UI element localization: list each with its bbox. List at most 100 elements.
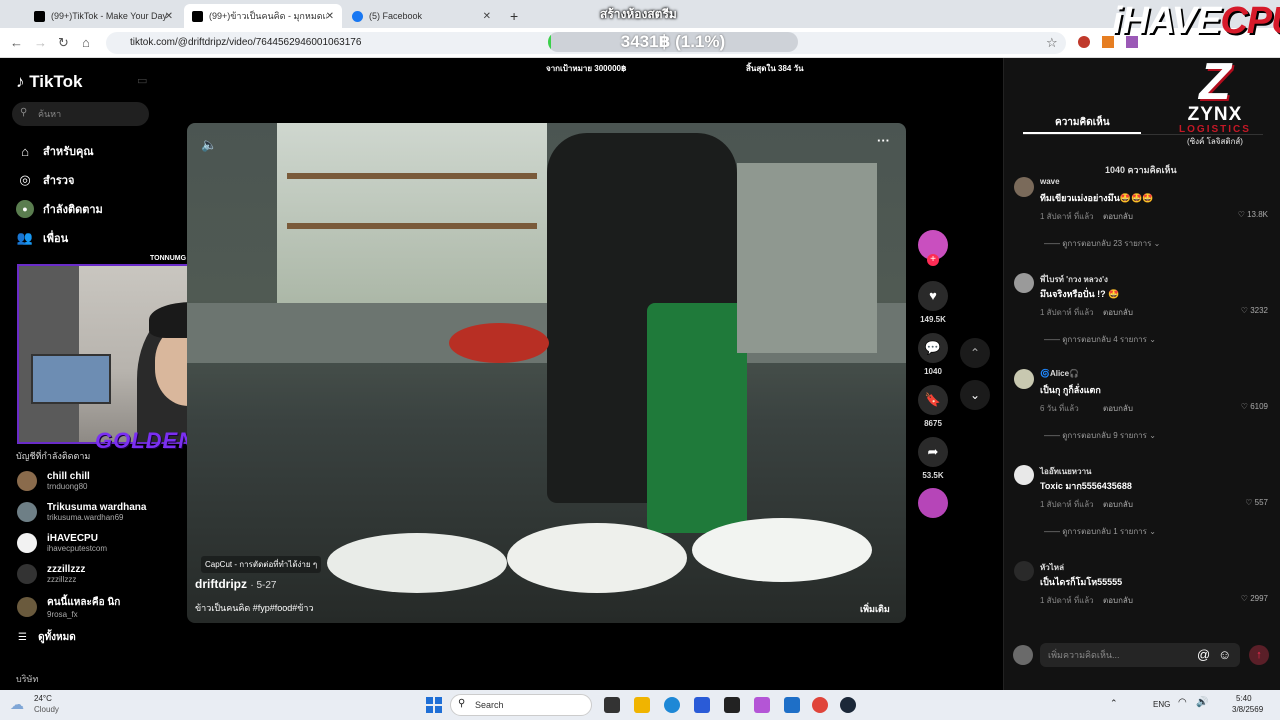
close-icon[interactable]: ✕: [165, 11, 173, 22]
comment-like-button[interactable]: ♡ 3232: [1241, 306, 1268, 315]
collapse-sidebar-icon[interactable]: ▭: [137, 74, 147, 87]
nav-following[interactable]: ● กำลังติดตาม: [16, 200, 103, 218]
avatar[interactable]: [1014, 177, 1034, 197]
share-button[interactable]: ➦ 53.5K: [918, 437, 948, 480]
steam-icon[interactable]: [840, 697, 856, 713]
reply-button[interactable]: ตอบกลับ: [1103, 306, 1133, 319]
caption-more-button[interactable]: เพิ่มเติม: [860, 602, 890, 616]
wifi-icon[interactable]: ◠: [1178, 697, 1187, 708]
comment-button[interactable]: 💬 1040: [918, 333, 948, 376]
following-account[interactable]: chill chill trnduong80: [17, 471, 90, 491]
more-options-icon[interactable]: ···: [877, 133, 890, 148]
comment-text: ทีมเขียวแม่งอย่างมึน🤩🤩🤩: [1040, 193, 1154, 203]
sponsor-sub: LOGISTICS: [1179, 124, 1251, 135]
save-button[interactable]: 🔖 8675: [918, 385, 948, 428]
tab-comments[interactable]: ความคิดเห็น: [1055, 115, 1110, 130]
clock-time[interactable]: 5:40: [1236, 694, 1252, 703]
taskbar-search[interactable]: Search: [450, 694, 592, 716]
avatar[interactable]: [1014, 561, 1034, 581]
back-icon[interactable]: ←: [10, 35, 23, 50]
following-account[interactable]: Trikusuma wardhana trikusuma.wardhan69: [17, 502, 146, 522]
capcut-tag[interactable]: CapCut - การตัดต่อที่ทำได้ง่าย ๆ: [201, 556, 322, 573]
file-explorer-icon[interactable]: [634, 697, 650, 713]
store-icon[interactable]: [724, 697, 740, 713]
comment-user[interactable]: พี่ไบรท์ 'กวง หลวง'ง: [1040, 273, 1108, 286]
reply-button[interactable]: ตอบกลับ: [1103, 594, 1133, 607]
next-video-button[interactable]: ⌄: [960, 380, 990, 410]
emoji-icon[interactable]: ☺: [1218, 647, 1231, 662]
reply-button[interactable]: ตอบกลับ: [1103, 402, 1133, 415]
weather-desc[interactable]: Cloudy: [34, 705, 59, 714]
comment-like-button[interactable]: ♡ 6109: [1241, 402, 1268, 411]
nav-for-you[interactable]: ⌂ สำหรับคุณ: [16, 142, 94, 160]
reply-button[interactable]: ตอบกลับ: [1103, 498, 1133, 511]
nav-friends[interactable]: 👥 เพื่อน: [16, 229, 68, 247]
browser-tab-active[interactable]: (99+)ข้าวเป็นคนคิด - มุกหมดเสร็จ ✕: [184, 4, 342, 28]
reload-icon[interactable]: ↻: [58, 35, 69, 51]
following-account[interactable]: iHAVECPU ihavecputestcom: [17, 533, 107, 553]
comment-like-button[interactable]: ♡ 557: [1245, 498, 1268, 507]
comment-like-button[interactable]: ♡ 13.8K: [1238, 210, 1268, 219]
close-icon[interactable]: ✕: [483, 11, 491, 22]
view-replies-button[interactable]: —— ดูการตอบกลับ 4 รายการ ⌄: [1044, 333, 1156, 346]
edge-icon[interactable]: [664, 697, 680, 713]
video-shelf: [287, 173, 537, 179]
forward-icon[interactable]: →: [34, 35, 47, 50]
comment-user[interactable]: wave: [1040, 177, 1060, 186]
view-replies-button[interactable]: —— ดูการตอบกลับ 23 รายการ ⌄: [1044, 237, 1160, 250]
follow-plus-icon[interactable]: +: [927, 254, 939, 266]
video-player[interactable]: 🔈 ···: [187, 123, 906, 623]
following-account[interactable]: zzzillzzz zzzillzzz: [17, 564, 85, 584]
avatar[interactable]: [1014, 465, 1034, 485]
view-replies-button[interactable]: —— ดูการตอบกลับ 9 รายการ ⌄: [1044, 429, 1156, 442]
like-button[interactable]: ♥ 149.5K: [918, 281, 948, 324]
post-comment-icon[interactable]: ↑: [1249, 645, 1269, 665]
windows-start-icon[interactable]: [426, 697, 442, 713]
author-avatar-button[interactable]: +: [918, 230, 948, 266]
comment-user[interactable]: ไออ๊ทเนยหวาน: [1040, 465, 1092, 478]
app-icon[interactable]: [694, 697, 710, 713]
volume-icon[interactable]: 🔈: [201, 137, 217, 153]
previous-video-button[interactable]: ⌃: [960, 338, 990, 368]
nav-explore[interactable]: ◎ สำรวจ: [16, 171, 74, 189]
tiktok-logo[interactable]: ♪ TikTok: [16, 72, 82, 92]
view-replies-button[interactable]: —— ดูการตอบกลับ 1 รายการ ⌄: [1044, 525, 1156, 538]
close-icon[interactable]: ✕: [326, 11, 334, 22]
stream-title: สร้างห้องสตรีม: [600, 7, 677, 21]
music-disc-button[interactable]: [918, 488, 948, 518]
browser-tab[interactable]: (5) Facebook ✕: [344, 4, 499, 28]
browser-tab[interactable]: (99+)TikTok - Make Your Day ✕: [26, 4, 181, 28]
comment-like-button[interactable]: ♡ 2997: [1241, 594, 1268, 603]
outlook-icon[interactable]: [784, 697, 800, 713]
extension-icon[interactable]: [1078, 36, 1090, 48]
avatar[interactable]: [1014, 273, 1034, 293]
mention-icon[interactable]: @: [1197, 647, 1210, 662]
comment-user[interactable]: 🌀Alice🎧: [1040, 369, 1079, 378]
chrome-icon[interactable]: [812, 697, 828, 713]
brand-logo: iHAVECPU: [1112, 0, 1280, 43]
reply-button[interactable]: ตอบกลับ: [1103, 210, 1133, 223]
search-input[interactable]: ค้นหา: [12, 102, 149, 126]
comment-time: 1 สัปดาห์ ที่แล้ว: [1040, 212, 1094, 221]
avatar[interactable]: [1014, 369, 1034, 389]
video-caption: ข้าวเป็นคนคิด #fyp#food#ข้าว: [195, 603, 314, 613]
new-tab-button[interactable]: +: [502, 4, 522, 28]
clock-date[interactable]: 3/8/2569: [1232, 705, 1263, 714]
speaker-icon[interactable]: 🔊: [1196, 697, 1208, 708]
see-all-link[interactable]: ☰ ดูทั้งหมด: [18, 630, 76, 645]
bookmark-star-icon[interactable]: ☆: [1046, 35, 1058, 51]
task-view-icon[interactable]: [604, 697, 620, 713]
weather-temp[interactable]: 24°C: [34, 694, 52, 703]
tab-active-underline: [1023, 132, 1141, 134]
comment-user[interactable]: หัวไหล่: [1040, 561, 1064, 574]
video-author[interactable]: driftdripz · 5-27: [195, 577, 276, 591]
home-icon[interactable]: ⌂: [82, 35, 90, 50]
company-link[interactable]: บริษัท: [16, 672, 38, 686]
compass-icon: ◎: [19, 172, 31, 187]
language-indicator[interactable]: ENG: [1153, 700, 1170, 709]
following-account[interactable]: คนนี้แหละคือ นิก 9rosa_fx: [17, 595, 120, 619]
copilot-icon[interactable]: [754, 697, 770, 713]
video-date: · 5-27: [250, 580, 277, 591]
tray-arrow-icon[interactable]: ⌃: [1110, 698, 1118, 709]
brand-logo-left: iHAVE: [1112, 0, 1221, 42]
